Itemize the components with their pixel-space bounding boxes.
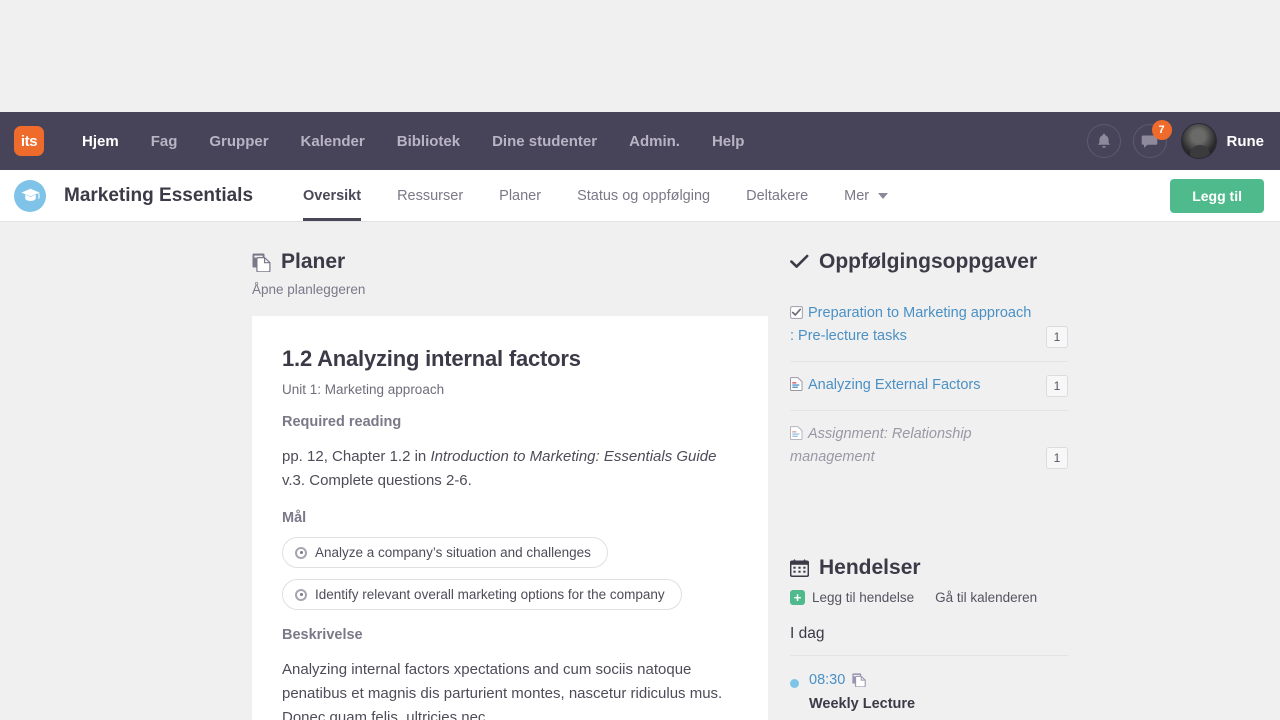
reading-text-before: pp. 12, Chapter 1.2 in xyxy=(282,448,431,465)
page-content: Planer Åpne planleggeren 1.2 Analyzing i… xyxy=(0,222,1280,720)
add-button[interactable]: Legg til xyxy=(1170,178,1264,213)
graduation-cap-icon xyxy=(20,188,40,201)
today-label: I dag xyxy=(790,625,1068,656)
top-nav-links: Hjem Fag Grupper Kalender Bibliotek Dine… xyxy=(66,133,760,150)
event-time: 08:30 xyxy=(809,672,846,688)
task-count-badge: 1 xyxy=(1046,375,1068,397)
page-top-blank-area xyxy=(0,0,1280,112)
top-navigation-bar: its Hjem Fag Grupper Kalender Bibliotek … xyxy=(0,112,1280,170)
event-item[interactable]: 08:30 Weekly Lecture xyxy=(790,672,1068,712)
required-reading-text: pp. 12, Chapter 1.2 in Introduction to M… xyxy=(282,445,738,493)
followup-title: Oppfølgingsoppgaver xyxy=(819,250,1038,273)
course-tabs: Oversikt Ressurser Planer Status og oppf… xyxy=(285,170,906,221)
events-title: Hendelser xyxy=(819,556,921,579)
task-text: Assignment: Relationship management xyxy=(790,426,972,465)
reading-book-title: Introduction to Marketing: Essentials Gu… xyxy=(430,448,717,465)
nav-item-bibliotek[interactable]: Bibliotek xyxy=(381,133,476,150)
nav-item-grupper[interactable]: Grupper xyxy=(193,133,284,150)
tab-ressurser[interactable]: Ressurser xyxy=(379,170,481,221)
planer-header: Planer xyxy=(252,222,768,274)
messages-button[interactable]: 7 xyxy=(1132,120,1172,158)
top-nav-right-cluster: 7 Rune xyxy=(1075,120,1265,159)
task-item[interactable]: Analyzing External Factors 1 xyxy=(790,362,1068,411)
goal-label: Analyze a company’s situation and challe… xyxy=(315,545,591,560)
task-item[interactable]: Preparation to Marketing approach : Pre-… xyxy=(790,290,1068,362)
event-title: Weekly Lecture xyxy=(809,696,916,712)
goal-pill[interactable]: Identify relevant overall marketing opti… xyxy=(282,579,682,610)
description-text: Analyzing internal factors xpectations a… xyxy=(282,661,723,720)
tab-deltakere[interactable]: Deltakere xyxy=(728,170,826,221)
followup-header: Oppfølgingsoppgaver xyxy=(790,222,1068,274)
goal-pill[interactable]: Analyze a company’s situation and challe… xyxy=(282,537,608,568)
required-reading-heading: Required reading xyxy=(282,414,402,430)
task-item: Assignment: Relationship management 1 xyxy=(790,411,1068,482)
event-dot-icon xyxy=(790,679,799,688)
task-count-badge: 1 xyxy=(1046,326,1068,348)
user-name: Rune xyxy=(1226,132,1265,150)
right-column: Oppfølgingsoppgaver Preparation to Marke… xyxy=(768,222,1068,720)
task-label[interactable]: Preparation to Marketing approach : Pre-… xyxy=(790,302,1036,348)
plus-icon: + xyxy=(790,590,805,605)
calendar-icon xyxy=(790,559,809,577)
documents-icon xyxy=(252,253,271,272)
event-body: 08:30 Weekly Lecture xyxy=(809,672,915,712)
notifications-button[interactable] xyxy=(1086,124,1121,158)
course-avatar xyxy=(14,179,46,212)
document-icon xyxy=(790,426,803,440)
plan-unit: Unit 1: Marketing approach xyxy=(282,382,445,397)
nav-item-help[interactable]: Help xyxy=(696,133,761,150)
nav-item-admin[interactable]: Admin. xyxy=(613,133,696,150)
tab-mer-label: Mer xyxy=(844,187,870,204)
task-text: Analyzing External Factors xyxy=(808,377,981,393)
tab-planer[interactable]: Planer xyxy=(481,170,559,221)
description-heading: Beskrivelse xyxy=(282,627,363,643)
course-title: Marketing Essentials xyxy=(64,184,254,206)
planer-title: Planer xyxy=(281,250,346,273)
nav-item-dine-studenter[interactable]: Dine studenter xyxy=(476,133,613,150)
nav-item-hjem[interactable]: Hjem xyxy=(66,133,135,150)
left-spacer-column xyxy=(16,222,252,720)
add-event-link[interactable]: Legg til hendelse xyxy=(812,590,914,605)
check-icon xyxy=(790,254,809,268)
checkbox-checked-icon xyxy=(790,306,803,319)
document-icon xyxy=(790,377,803,391)
target-icon xyxy=(295,546,307,559)
target-icon xyxy=(295,588,307,601)
tab-status-og-oppfolging[interactable]: Status og oppfølging xyxy=(559,170,728,221)
task-text: Preparation to Marketing approach : Pre-… xyxy=(790,305,1032,344)
nav-item-fag[interactable]: Fag xyxy=(135,133,194,150)
followup-task-list: Preparation to Marketing approach : Pre-… xyxy=(790,290,1068,482)
chevron-down-icon xyxy=(878,192,889,199)
go-to-calendar-link[interactable]: Gå til kalenderen xyxy=(935,590,1037,605)
goal-label: Identify relevant overall marketing opti… xyxy=(315,587,665,602)
nav-item-kalender[interactable]: Kalender xyxy=(285,133,381,150)
event-time-row: 08:30 xyxy=(809,672,915,688)
its-logo[interactable]: its xyxy=(14,126,44,156)
user-menu[interactable]: Rune xyxy=(1180,123,1265,159)
planer-column: Planer Åpne planleggeren 1.2 Analyzing i… xyxy=(252,222,768,720)
open-planner-link[interactable]: Åpne planleggeren xyxy=(252,282,768,297)
messages-badge: 7 xyxy=(1151,120,1172,140)
bell-icon xyxy=(1097,133,1110,148)
tab-mer[interactable]: Mer xyxy=(826,170,906,221)
task-label[interactable]: Analyzing External Factors xyxy=(790,374,980,397)
documents-icon xyxy=(852,673,867,687)
avatar xyxy=(1180,123,1217,159)
goals-list: Analyze a company’s situation and challe… xyxy=(282,526,738,610)
plan-heading: 1.2 Analyzing internal factors xyxy=(282,346,581,371)
event-actions: + Legg til hendelse Gå til kalenderen xyxy=(790,590,1068,605)
its-logo-text: its xyxy=(20,132,38,150)
task-label: Assignment: Relationship management xyxy=(790,423,1036,469)
task-count-badge: 1 xyxy=(1046,447,1068,469)
plan-card: 1.2 Analyzing internal factors Unit 1: M… xyxy=(252,316,768,720)
goals-heading: Mål xyxy=(282,510,307,526)
tab-oversikt[interactable]: Oversikt xyxy=(285,170,379,221)
events-header: Hendelser xyxy=(790,528,1068,580)
reading-text-after: v.3. Complete questions 2-6. xyxy=(282,472,472,489)
course-navigation-bar: Marketing Essentials Oversikt Ressurser … xyxy=(0,170,1280,222)
